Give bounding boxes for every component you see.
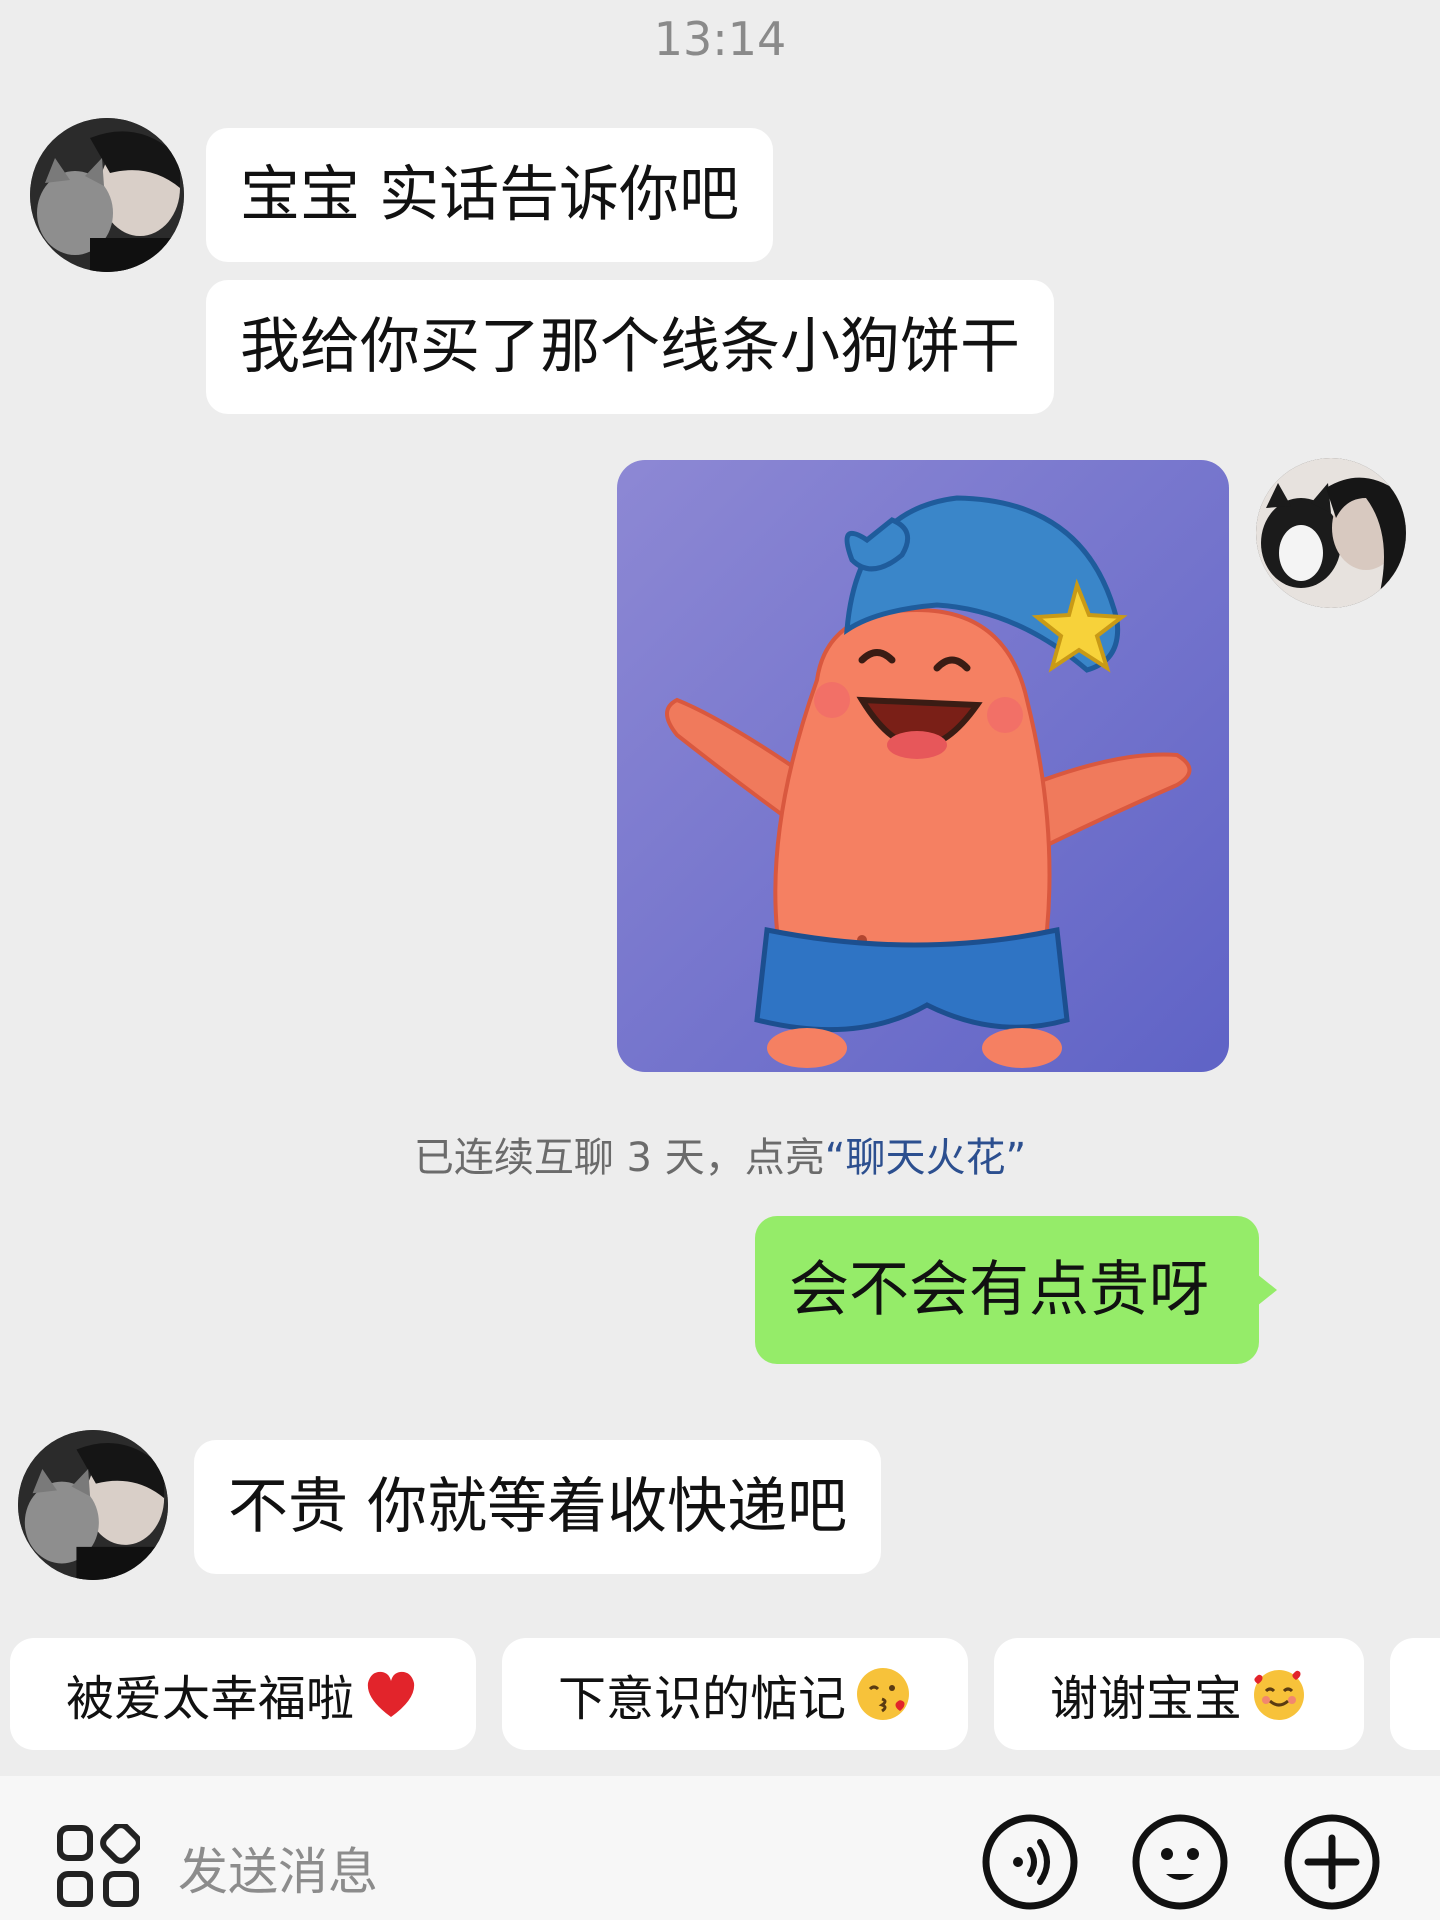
chat-spark-link[interactable]: “聊天火花”: [825, 1135, 1026, 1181]
status-time: 13:14: [653, 12, 787, 66]
apps-grid-icon[interactable]: [56, 1824, 140, 1908]
quick-reply-chip[interactable]: 谢谢宝宝: [994, 1638, 1364, 1750]
message-text: 宝宝 实话告诉你吧: [240, 160, 740, 230]
received-message[interactable]: 宝宝 实话告诉你吧: [206, 128, 774, 262]
bubble-tail: [1257, 1274, 1277, 1306]
my-avatar[interactable]: [1256, 458, 1406, 608]
message-text: 会不会有点贵呀: [789, 1255, 1209, 1325]
quick-reply-chip[interactable]: 下意识的惦记: [502, 1638, 968, 1750]
red-heart-icon: [362, 1665, 420, 1723]
sent-message[interactable]: 会不会有点贵呀: [755, 1216, 1277, 1364]
message-text: 我给你买了那个线条小狗饼干: [240, 312, 1020, 382]
contact-avatar[interactable]: [30, 118, 184, 272]
message-input-bar: 发送消息: [0, 1776, 1440, 1920]
received-message[interactable]: 不贵 你就等着收快递吧: [194, 1440, 882, 1574]
received-message[interactable]: 我给你买了那个线条小狗饼干: [206, 280, 1054, 414]
smiling-hearts-face-icon: [1250, 1665, 1308, 1723]
chip-label: 被爱太幸福啦: [65, 1671, 354, 1727]
message-input[interactable]: 发送消息: [178, 1832, 378, 1904]
kissing-face-icon: [854, 1665, 912, 1723]
contact-avatar[interactable]: [18, 1430, 168, 1580]
chip-label: 谢谢宝宝: [1049, 1671, 1242, 1727]
message-text: 不贵 你就等着收快递吧: [228, 1472, 848, 1542]
emoji-icon[interactable]: [1130, 1812, 1230, 1912]
chip-label: 下意识的惦记: [557, 1671, 846, 1727]
voice-icon[interactable]: [980, 1812, 1080, 1912]
quick-reply-chip-more[interactable]: [1390, 1638, 1440, 1750]
patrick-star-sticker[interactable]: [617, 460, 1229, 1072]
quick-reply-chip[interactable]: 被爱太幸福啦: [10, 1638, 476, 1750]
chat-spark-notice: 已连续互聊 3 天，点亮“聊天火花”: [0, 1125, 1440, 1183]
plus-icon[interactable]: [1282, 1812, 1382, 1912]
notice-text: 已连续互聊 3 天，点亮: [413, 1135, 825, 1181]
